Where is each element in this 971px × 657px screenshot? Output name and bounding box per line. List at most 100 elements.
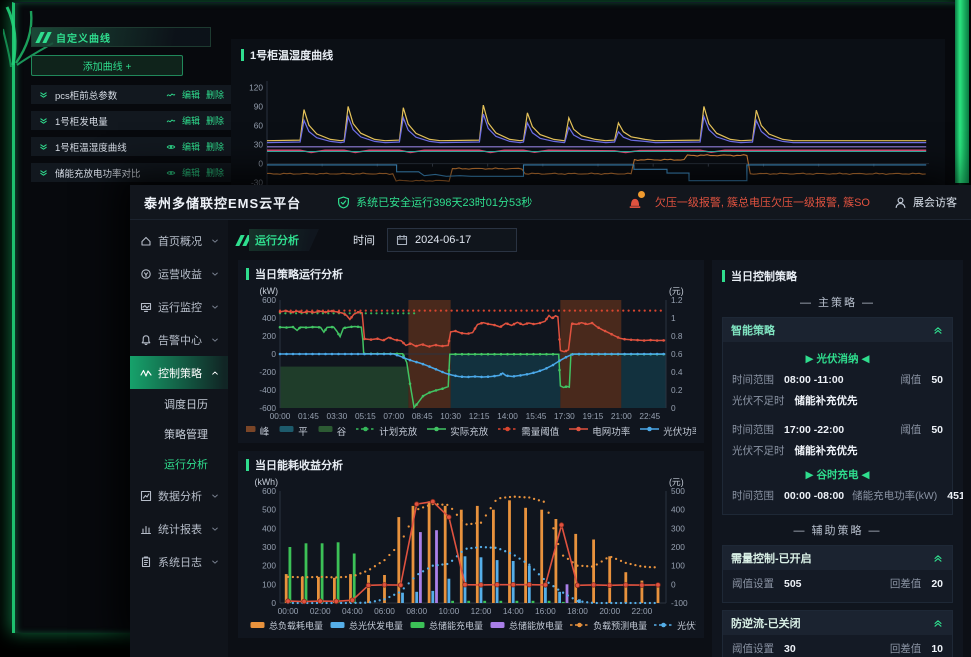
drag-handle-icon[interactable] — [38, 115, 49, 126]
legend-item-实际充放[interactable]: 实际充放 — [427, 424, 488, 438]
svg-text:21:00: 21:00 — [611, 411, 632, 421]
monitor-icon — [140, 301, 152, 313]
chevron-down-icon — [210, 269, 220, 279]
person-icon — [894, 196, 907, 209]
svg-text:100: 100 — [671, 561, 685, 571]
legend-label: 计划充放 — [379, 424, 417, 438]
legend-swatch — [490, 621, 505, 631]
curve-list-item[interactable]: 1号柜温湿度曲线编辑删除 — [31, 137, 231, 156]
sidebar-subitem-运行分析[interactable]: 运行分析 — [130, 449, 228, 479]
alarm-ticker[interactable]: 欠压一级报警, 簇总电压欠压一级报警, 簇SO — [648, 194, 870, 210]
curve-list-item[interactable]: 1号柜发电量编辑删除 — [31, 111, 231, 130]
sidebar-subitem-调度日历[interactable]: 调度日历 — [130, 389, 228, 419]
energy-revenue-card: 当日能耗收益分析 6005004003002001000500400300200… — [238, 451, 704, 638]
strategy-chart-title: 当日策略运行分析 — [255, 266, 343, 282]
bell-icon — [140, 334, 152, 346]
svg-text:08:00: 08:00 — [406, 606, 427, 616]
delete-button[interactable]: 删除 — [206, 88, 224, 101]
sidebar-item-运行监控[interactable]: 运行监控 — [130, 290, 228, 323]
strategy-group-header: ▶ 光伏消纳 ◀ — [732, 351, 943, 366]
svg-text:(元): (元) — [669, 286, 684, 296]
chevron-down-icon — [210, 557, 220, 567]
delete-button[interactable]: 删除 — [206, 140, 224, 153]
edit-button[interactable]: 编辑 — [182, 140, 200, 153]
legend-swatch — [318, 425, 333, 436]
curve-icon[interactable] — [166, 90, 176, 100]
drag-handle-icon[interactable] — [38, 89, 49, 100]
eye-icon[interactable] — [166, 142, 176, 152]
svg-text:0.6: 0.6 — [671, 349, 683, 359]
chevron-down-icon — [210, 302, 220, 312]
sidebar-item-label: 系统日志 — [158, 554, 204, 570]
legend-item-总光伏发电量[interactable]: 总光伏发电量 — [330, 619, 403, 632]
legend-swatch — [356, 425, 375, 436]
legend-label: 光伏功率 — [663, 424, 696, 438]
svg-text:0.2: 0.2 — [671, 385, 683, 395]
sidebar-item-告警中心[interactable]: 告警中心 — [130, 323, 228, 356]
sidebar-item-系统日志[interactable]: 系统日志 — [130, 545, 228, 578]
curve-list-item[interactable]: 储能充放电功率对比编辑删除 — [31, 163, 231, 182]
collapse-icon[interactable] — [932, 324, 944, 336]
curve-list-item[interactable]: pcs柜前总参数编辑删除 — [31, 85, 231, 104]
tab-run-analysis[interactable]: 运行分析 — [249, 229, 319, 251]
legend-item-总负载耗电量[interactable]: 总负载耗电量 — [250, 619, 323, 632]
svg-text:08:45: 08:45 — [412, 411, 433, 421]
svg-text:500: 500 — [262, 505, 276, 515]
curve-chart-title: 1号柜温湿度曲线 — [250, 47, 333, 63]
sidebar-item-控制策略[interactable]: 控制策略 — [130, 356, 228, 389]
legend-item-计划充放[interactable]: 计划充放 — [356, 424, 417, 438]
svg-text:1.2: 1.2 — [671, 295, 683, 305]
legend-item-负载预测电量[interactable]: 负载预测电量 — [570, 619, 647, 632]
svg-text:90: 90 — [254, 101, 264, 111]
chevron-down-icon — [210, 524, 220, 534]
collapse-icon[interactable] — [932, 552, 944, 564]
sidebar-item-数据分析[interactable]: 数据分析 — [130, 479, 228, 512]
legend-item-光伏预[interactable]: 光伏预 — [654, 619, 696, 632]
safe-run-text: 系统已安全运行398天23时01分53秒 — [356, 194, 532, 210]
sidebar-item-运营收益[interactable]: 运营收益 — [130, 257, 228, 290]
legend-item-谷[interactable]: 谷 — [318, 424, 347, 438]
svg-text:10:00: 10:00 — [438, 606, 459, 616]
date-picker[interactable]: 2024-06-17 — [387, 228, 517, 252]
key-value: 时间范围00:00 -08:00 — [732, 488, 844, 503]
legend-item-总储能放电量[interactable]: 总储能放电量 — [490, 619, 563, 632]
svg-text:0: 0 — [271, 598, 276, 608]
legend-item-总储能充电量[interactable]: 总储能充电量 — [410, 619, 483, 632]
drag-handle-icon[interactable] — [38, 167, 49, 178]
temp-humidity-chart: 1209060300-30 — [237, 67, 939, 193]
svg-text:0.8: 0.8 — [671, 331, 683, 341]
sidebar-item-首页概况[interactable]: 首页概况 — [130, 224, 228, 257]
field-value: 505 — [784, 578, 802, 590]
background-window-right-border — [955, 0, 969, 183]
svg-text:20:00: 20:00 — [599, 606, 620, 616]
curve-icon[interactable] — [166, 116, 176, 126]
svg-text:0: 0 — [271, 349, 276, 359]
edit-button[interactable]: 编辑 — [182, 166, 200, 179]
edit-button[interactable]: 编辑 — [182, 114, 200, 127]
sidebar-item-统计报表[interactable]: 统计报表 — [130, 512, 228, 545]
legend-item-光伏功率[interactable]: 光伏功率 — [640, 424, 696, 438]
custom-curve-tab[interactable]: 自定义曲线 — [31, 27, 211, 47]
svg-text:22:00: 22:00 — [631, 606, 652, 616]
delete-button[interactable]: 删除 — [206, 166, 224, 179]
drag-handle-icon[interactable] — [38, 141, 49, 152]
svg-text:1: 1 — [671, 313, 676, 323]
edit-button[interactable]: 编辑 — [182, 88, 200, 101]
eye-icon[interactable] — [166, 168, 176, 178]
legend-item-需量阈值[interactable]: 需量阈值 — [498, 424, 559, 438]
aux-strategy-divider: — 辅助策略 — — [722, 522, 953, 538]
main-content: 运行分析 时间 2024-06-17 — [228, 220, 971, 657]
collapse-icon[interactable] — [932, 617, 944, 629]
legend-item-峰[interactable]: 峰 — [246, 424, 269, 438]
legend-swatch — [250, 621, 265, 631]
sidebar-subitem-策略管理[interactable]: 策略管理 — [130, 419, 228, 449]
key-value: 阈值50 — [900, 422, 943, 437]
add-curve-button[interactable]: 添加曲线 + — [31, 55, 183, 76]
user-area[interactable]: 展会访客 — [894, 194, 957, 210]
alarm-bell-icon[interactable] — [628, 195, 642, 209]
delete-button[interactable]: 删除 — [206, 114, 224, 127]
energy-chart-legend: 总负载耗电量总光伏发电量总储能充电量总储能放电量负载预测电量光伏预◀1/2▶ — [246, 616, 696, 635]
legend-item-平[interactable]: 平 — [279, 424, 308, 438]
strategy-card-title: 智能策略 — [731, 322, 932, 338]
legend-item-电网功率[interactable]: 电网功率 — [569, 424, 630, 438]
